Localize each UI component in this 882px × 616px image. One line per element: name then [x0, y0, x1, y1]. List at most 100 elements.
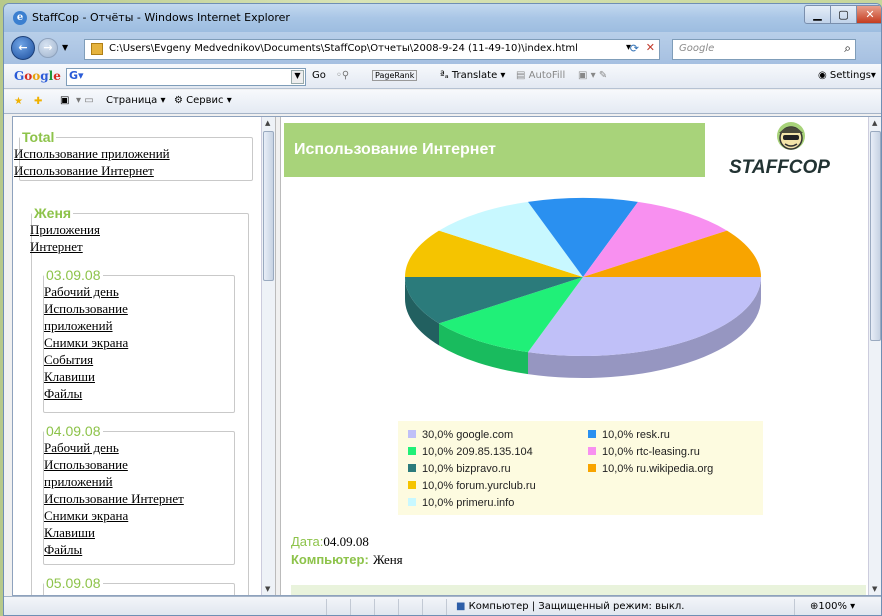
page-menu[interactable]: Страница ▾: [106, 95, 165, 106]
scroll-down-icon[interactable]: ▼: [872, 585, 877, 593]
report-title: Использование Интернет: [294, 141, 496, 158]
close-button[interactable]: ✕: [856, 5, 881, 24]
google-logo: Google: [14, 69, 61, 83]
tools-menu[interactable]: ⚙ Сервис ▾: [174, 95, 232, 106]
google-toolbar: Google G▾ ▼ Go ◦⚲ PageRank ªₐ Translate …: [4, 64, 881, 89]
history-dropdown-icon[interactable]: ▼: [62, 43, 68, 52]
status-divider: [326, 599, 327, 615]
google-g-icon: G▾: [69, 69, 84, 82]
security-zone[interactable]: ■ Компьютер | Защищенный режим: выкл.: [456, 601, 684, 612]
computer-value: Женя: [372, 552, 403, 567]
legend-swatch: [408, 481, 416, 489]
report-header: Использование Интернет: [284, 123, 705, 177]
date-label: Дата:: [291, 534, 324, 549]
staffcop-logo: STAFFCOP: [719, 119, 849, 179]
title-bar: e StaffCop - Отчёты - Windows Internet E…: [4, 4, 881, 32]
report-meta: Дата:04.09.08 Компьютер: Женя: [291, 533, 403, 569]
legend-swatch: [408, 498, 416, 506]
scroll-down-icon[interactable]: ▼: [265, 585, 270, 593]
feeds-icon[interactable]: ▣: [60, 95, 69, 106]
stop-icon[interactable]: ✕: [646, 41, 655, 54]
forward-button[interactable]: →: [38, 38, 58, 58]
legend-item: 10,0% rtc-leasing.ru: [588, 446, 700, 458]
add-favorites-icon[interactable]: ✚: [34, 96, 42, 108]
gtool-extra-icons[interactable]: ▣ ▾ ✎: [578, 70, 607, 81]
go-button[interactable]: Go: [312, 70, 326, 81]
url-text: C:\Users\Evgeny Medvednikov\Documents\St…: [109, 43, 578, 54]
refresh-icon[interactable]: ⟳: [630, 42, 639, 55]
settings-button[interactable]: ◉ Settings▾: [818, 70, 876, 81]
day-legend: 05.09.08: [46, 575, 101, 591]
autofill-icon: ▤: [516, 70, 529, 81]
day-link[interactable]: приложений: [44, 317, 234, 334]
address-input[interactable]: C:\Users\Evgeny Medvednikov\Documents\St…: [84, 39, 660, 60]
chart-legend: 30,0% google.com 10,0% 209.85.135.104 10,0…: [398, 421, 763, 515]
page-icon: [91, 43, 103, 55]
feeds-dropdown-icon[interactable]: ▾ ▭: [76, 95, 94, 106]
maximize-button[interactable]: ▢: [830, 5, 857, 24]
logo-text: STAFFCOP: [729, 157, 830, 178]
zoom-control[interactable]: ⊕100% ▾: [810, 601, 855, 612]
day-link[interactable]: приложений: [44, 473, 234, 490]
address-bar-area: ← → ▼ C:\Users\Evgeny Medvednikov\Docume…: [4, 32, 881, 64]
gtool-options-icon[interactable]: ◦⚲: [336, 70, 349, 81]
legend-label: 10,0% rtc-leasing.ru: [602, 446, 700, 458]
report-scrollbar[interactable]: ▲ ▼: [868, 117, 881, 595]
browser-window: e StaffCop - Отчёты - Windows Internet E…: [3, 3, 882, 616]
report-frame: Использование Интернет STAFFCOP 30,0% go…: [281, 117, 868, 595]
total-link[interactable]: Использование приложений: [14, 145, 252, 162]
translate-icon: ªₐ: [440, 70, 452, 81]
favorites-star-icon[interactable]: ★: [14, 96, 23, 108]
date-value: 04.09.08: [323, 534, 369, 549]
autofill-button[interactable]: ▤ AutoFill: [516, 70, 565, 81]
legend-item: 10,0% ru.wikipedia.org: [588, 463, 713, 475]
legend-item: 10,0% primeru.info: [408, 497, 514, 509]
ie-icon: e: [13, 11, 27, 25]
user-link[interactable]: Интернет: [30, 238, 248, 255]
scroll-thumb[interactable]: [263, 131, 274, 281]
settings-icon: ◉: [818, 70, 830, 81]
day-link[interactable]: Снимки экрана: [44, 507, 234, 524]
legend-label: 10,0% resk.ru: [602, 429, 670, 441]
status-bar: ■ Компьютер | Защищенный режим: выкл. ⊕1…: [4, 596, 881, 615]
legend-swatch: [588, 447, 596, 455]
translate-button[interactable]: ªₐ Translate ▾: [440, 70, 505, 81]
day-link[interactable]: Рабочий день: [44, 283, 234, 300]
legend-label: 10,0% primeru.info: [422, 497, 515, 509]
day-link[interactable]: Использование: [44, 456, 234, 473]
total-legend: Total: [22, 129, 55, 145]
scroll-up-icon[interactable]: ▲: [872, 119, 877, 127]
legend-label: 10,0% 209.85.135.104: [422, 446, 533, 458]
minimize-button[interactable]: ▁: [804, 5, 831, 24]
day-link[interactable]: Файлы: [44, 541, 234, 558]
report-footer-bar: [291, 585, 866, 595]
pagerank-indicator[interactable]: PageRank: [372, 70, 418, 81]
day-link[interactable]: Снимки экрана: [44, 334, 234, 351]
user-link[interactable]: Приложения: [30, 221, 248, 238]
day-link[interactable]: Клавиши: [44, 368, 234, 385]
google-search-input[interactable]: G▾ ▼: [66, 68, 306, 86]
window-title: StaffCop - Отчёты - Windows Internet Exp…: [32, 11, 290, 24]
day-link[interactable]: События: [44, 351, 234, 368]
scroll-up-icon[interactable]: ▲: [265, 119, 270, 127]
search-icon[interactable]: ⌕: [844, 41, 851, 56]
status-divider: [398, 599, 399, 615]
legend-swatch: [408, 430, 416, 438]
navigation-scrollbar[interactable]: ▲ ▼: [261, 117, 275, 595]
day-group-0309: 03.09.08 Рабочий день Использование прил…: [43, 267, 235, 413]
day-link[interactable]: Рабочий день: [44, 439, 234, 456]
back-button[interactable]: ←: [11, 36, 35, 60]
status-divider: [794, 599, 795, 615]
day-link[interactable]: Клавиши: [44, 524, 234, 541]
legend-item: 10,0% bizpravo.ru: [408, 463, 511, 475]
scroll-thumb[interactable]: [870, 131, 881, 341]
day-legend: 04.09.08: [46, 423, 101, 439]
day-link[interactable]: Файлы: [44, 385, 234, 402]
day-link[interactable]: Использование Интернет: [44, 490, 234, 507]
day-link[interactable]: Использование: [44, 300, 234, 317]
status-divider: [374, 599, 375, 615]
day-group-0509: 05.09.08: [43, 575, 235, 595]
google-search-dropdown-icon[interactable]: ▼: [291, 70, 304, 84]
search-input[interactable]: Google ⌕: [672, 39, 856, 60]
total-link[interactable]: Использование Интернет: [14, 162, 252, 179]
